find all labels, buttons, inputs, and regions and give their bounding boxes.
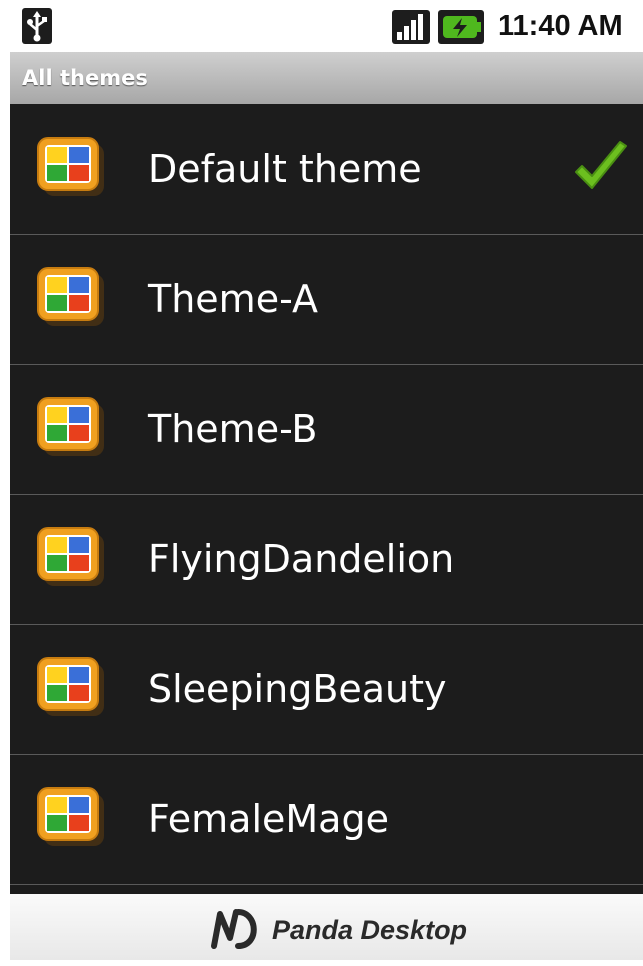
theme-label: FemaleMage — [148, 797, 389, 841]
theme-list: Default theme Theme-A Theme-B FlyingDand… — [10, 104, 643, 894]
theme-icon — [36, 266, 108, 330]
theme-label: Theme-A — [148, 277, 318, 321]
footer-brand: Panda Desktop — [272, 915, 468, 945]
usb-icon — [22, 8, 52, 44]
theme-row[interactable]: Default theme — [10, 104, 643, 235]
theme-label: SleepingBeauty — [148, 667, 447, 711]
theme-row[interactable]: Theme-A — [10, 234, 643, 365]
checkmark-icon — [570, 138, 630, 198]
title-bar: All themes — [10, 52, 643, 104]
theme-label: Default theme — [148, 147, 422, 191]
status-clock: 11:40 AM — [498, 10, 623, 42]
theme-icon — [36, 656, 108, 720]
theme-icon — [36, 526, 108, 590]
theme-row[interactable]: FlyingDandelion — [10, 494, 643, 625]
theme-icon — [36, 786, 108, 850]
panda-logo-icon — [206, 904, 266, 954]
theme-row[interactable]: SleepingBeauty — [10, 624, 643, 755]
theme-row[interactable]: Theme-B — [10, 364, 643, 495]
battery-charging-icon — [438, 10, 484, 44]
theme-label: Theme-B — [148, 407, 318, 451]
page-title: All themes — [22, 66, 148, 90]
status-bar: 11:40 AM — [0, 0, 643, 52]
signal-icon — [392, 10, 430, 44]
theme-row[interactable]: FemaleMage — [10, 754, 643, 885]
theme-icon — [36, 396, 108, 460]
theme-icon — [36, 136, 108, 200]
theme-label: FlyingDandelion — [148, 537, 455, 581]
footer-bar: Panda Desktop — [10, 894, 643, 960]
